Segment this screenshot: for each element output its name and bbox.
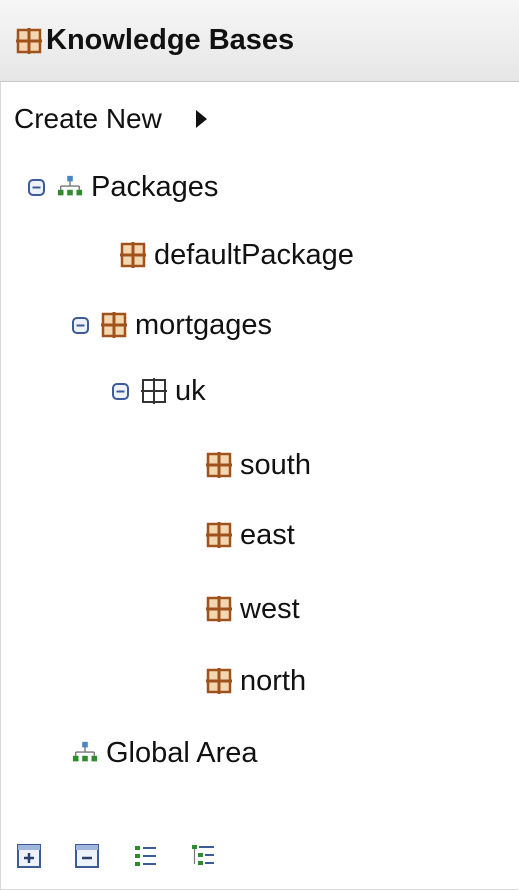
collapse-toggle-icon[interactable]	[72, 316, 89, 334]
tree-node-west[interactable]: west	[206, 586, 300, 632]
arrow-right-icon	[195, 110, 207, 128]
tree-node-north[interactable]: north	[206, 658, 306, 704]
tree-node-mortgages[interactable]: mortgages	[72, 302, 272, 348]
package-icon	[101, 312, 127, 338]
tree-node-label: uk	[175, 374, 206, 407]
package-outline-icon	[141, 378, 167, 404]
tree-node-east[interactable]: east	[206, 512, 295, 558]
package-icon	[16, 27, 42, 54]
package-icon	[206, 452, 232, 478]
hierarchical-view-icon[interactable]	[188, 841, 218, 871]
tree-node-packages[interactable]: Packages	[28, 164, 218, 210]
package-icon	[206, 668, 232, 694]
collapse-toggle-icon[interactable]	[112, 382, 129, 400]
create-new-label: Create New	[14, 103, 162, 134]
tree-node-uk[interactable]: uk	[112, 368, 206, 414]
tree-node-label: defaultPackage	[154, 238, 354, 271]
create-new-menu[interactable]: Create New	[14, 96, 207, 142]
tree-node-label: west	[240, 592, 300, 625]
collapse-toggle-icon[interactable]	[28, 178, 45, 196]
panel-header: Knowledge Bases	[0, 0, 519, 82]
tree-node-label: mortgages	[135, 308, 273, 341]
tree-node-label: south	[240, 448, 311, 481]
hierarchy-icon	[72, 740, 98, 766]
tree-node-label: Global Area	[106, 736, 258, 769]
tree-node-south[interactable]: south	[206, 442, 311, 488]
panel-title: Knowledge Bases	[46, 24, 295, 56]
package-icon	[206, 596, 232, 622]
tree-node-label: north	[240, 664, 307, 697]
collapse-all-icon[interactable]	[72, 841, 102, 871]
hierarchy-icon	[57, 174, 83, 200]
tree-node-label: east	[240, 518, 295, 551]
expand-all-icon[interactable]	[14, 841, 44, 871]
tree-node-label: Packages	[91, 170, 219, 203]
package-icon	[206, 522, 232, 548]
flat-view-icon[interactable]	[130, 841, 160, 871]
tree-node-global-area[interactable]: Global Area	[72, 730, 258, 776]
tree-node-defaultpackage[interactable]: defaultPackage	[120, 232, 354, 278]
tree-toolbar	[14, 836, 246, 876]
package-icon	[120, 242, 146, 268]
